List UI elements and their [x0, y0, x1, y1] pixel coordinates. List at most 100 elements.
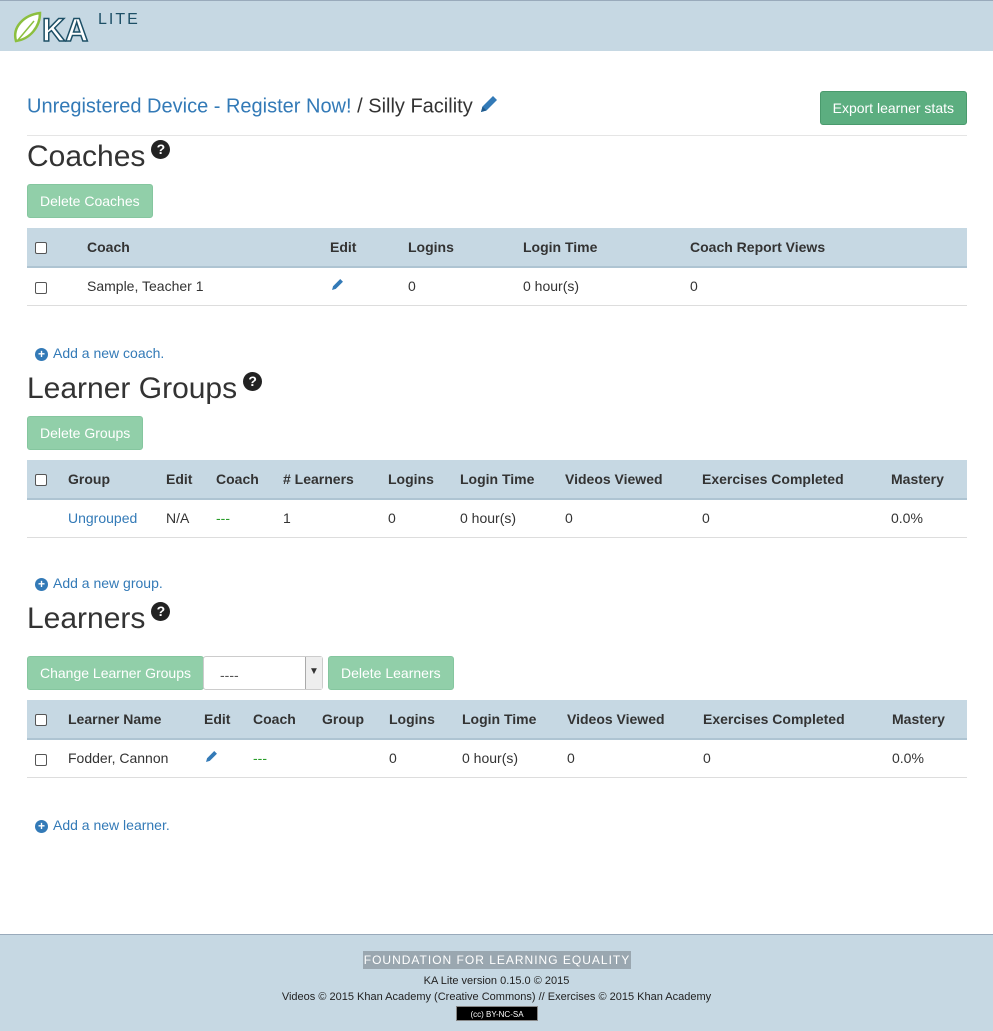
groups-section-title: Learner Groups? — [27, 372, 263, 406]
select-all-learners-checkbox[interactable] — [35, 714, 47, 727]
column-header: Edit — [322, 228, 400, 268]
plus-circle-icon: + — [35, 820, 48, 833]
learner-login-time: 0 hour(s) — [454, 739, 559, 778]
version-text: KA Lite version 0.15.0 © 2015 — [423, 975, 570, 987]
coach-report-views: 0 — [682, 267, 967, 306]
column-header: Exercises Completed — [694, 460, 883, 500]
column-header: Learner Name — [60, 700, 196, 740]
coaches-section-title: Coaches? — [27, 140, 171, 174]
credits-text: Videos © 2015 Khan Academy (Creative Com… — [281, 991, 712, 1003]
breadcrumb: Unregistered Device - Register Now! / Si… — [27, 93, 500, 121]
learners-table-header: Learner Name Edit Coach Group Logins Log… — [27, 700, 967, 740]
chevron-down-icon: ▼ — [305, 657, 322, 689]
header-divider — [27, 135, 967, 136]
column-header: Coach — [245, 700, 314, 740]
table-row: Sample, Teacher 1 0 0 hour(s) 0 — [27, 267, 967, 306]
column-header: Mastery — [883, 460, 967, 500]
column-header: Logins — [381, 700, 454, 740]
column-header: Logins — [400, 228, 515, 268]
column-header: Group — [314, 700, 381, 740]
groups-table: Group Edit Coach # Learners Logins Login… — [27, 460, 967, 538]
group-select-value: ---- — [220, 667, 239, 683]
add-coach-label: Add a new coach. — [53, 345, 165, 361]
license-label: BY-NC-SA — [486, 1010, 524, 1019]
add-learner-label: Add a new learner. — [53, 817, 170, 833]
group-coach-link[interactable]: --- — [216, 510, 230, 526]
coaches-help-icon[interactable]: ? — [151, 140, 171, 159]
learners-table: Learner Name Edit Coach Group Logins Log… — [27, 700, 967, 778]
coaches-table: Coach Edit Logins Login Time Coach Repor… — [27, 228, 967, 306]
learner-mastery: 0.0% — [884, 739, 967, 778]
add-group-label: Add a new group. — [53, 575, 163, 591]
learner-row-checkbox[interactable] — [35, 753, 47, 766]
learner-logins: 0 — [381, 739, 454, 778]
column-header: Videos Viewed — [559, 700, 695, 740]
column-header: Login Time — [515, 228, 682, 268]
group-exercises-completed: 0 — [694, 499, 883, 538]
edit-coach-pencil-icon[interactable] — [330, 279, 345, 295]
group-logins: 0 — [380, 499, 452, 538]
top-navbar: KA LITE — [0, 0, 993, 51]
group-edit: N/A — [158, 499, 208, 538]
group-name-link[interactable]: Ungrouped — [68, 510, 137, 526]
table-row: Ungrouped N/A --- 1 0 0 hour(s) 0 0 0.0% — [27, 499, 967, 538]
edit-facility-pencil-icon[interactable] — [478, 93, 500, 121]
groups-title: Learner Groups — [27, 372, 238, 405]
group-mastery: 0.0% — [883, 499, 967, 538]
delete-groups-button[interactable]: Delete Groups — [27, 416, 144, 450]
register-device-link[interactable]: Unregistered Device - Register Now! — [27, 95, 352, 117]
add-new-coach-link[interactable]: + Add a new coach. — [35, 345, 164, 361]
svg-text:LITE: LITE — [98, 11, 140, 28]
groups-table-header: Group Edit Coach # Learners Logins Login… — [27, 460, 967, 500]
column-header: Group — [60, 460, 158, 500]
column-header: Mastery — [884, 700, 967, 740]
ka-lite-logo[interactable]: KA LITE — [10, 7, 155, 49]
edit-learner-pencil-icon[interactable] — [204, 751, 219, 767]
column-header: Login Time — [454, 700, 559, 740]
creative-commons-license-badge[interactable]: (cc) BY-NC-SA — [456, 1006, 538, 1021]
group-videos-viewed: 0 — [557, 499, 694, 538]
column-header: Login Time — [452, 460, 557, 500]
coach-login-time: 0 hour(s) — [515, 267, 682, 306]
groups-help-icon[interactable]: ? — [243, 372, 263, 391]
column-header: Coach — [208, 460, 275, 500]
cc-icon: (cc) — [470, 1010, 484, 1019]
select-all-coaches-checkbox[interactable] — [35, 242, 47, 255]
coach-logins: 0 — [400, 267, 515, 306]
learners-section-title: Learners? — [27, 602, 171, 636]
column-header: # Learners — [275, 460, 380, 500]
footer: FOUNDATION FOR LEARNING EQUALITY KA Lite… — [0, 934, 993, 1031]
column-header: Coach — [79, 228, 322, 268]
plus-circle-icon: + — [35, 348, 48, 361]
learner-coach-link[interactable]: --- — [253, 750, 267, 766]
export-learner-stats-button[interactable]: Export learner stats — [819, 91, 967, 125]
group-select-dropdown[interactable]: ---- ▼ — [203, 656, 323, 690]
column-header: Coach Report Views — [682, 228, 967, 268]
delete-coaches-button[interactable]: Delete Coaches — [27, 184, 153, 218]
learners-help-icon[interactable]: ? — [151, 602, 171, 621]
table-row: Fodder, Cannon --- 0 0 hour(s) 0 0 0.0% — [27, 739, 967, 778]
group-learners-count: 1 — [275, 499, 380, 538]
column-header: Exercises Completed — [695, 700, 884, 740]
add-new-group-link[interactable]: + Add a new group. — [35, 575, 163, 591]
facility-name: Silly Facility — [368, 95, 473, 118]
add-new-learner-link[interactable]: + Add a new learner. — [35, 817, 170, 833]
coach-name: Sample, Teacher 1 — [79, 267, 322, 306]
learner-videos-viewed: 0 — [559, 739, 695, 778]
learner-name: Fodder, Cannon — [60, 739, 196, 778]
learner-exercises-completed: 0 — [695, 739, 884, 778]
column-header: Edit — [196, 700, 245, 740]
plus-circle-icon: + — [35, 578, 48, 591]
column-header: Edit — [158, 460, 208, 500]
svg-text:KA: KA — [42, 12, 88, 47]
learner-group — [314, 739, 381, 778]
column-header: Videos Viewed — [557, 460, 694, 500]
fle-logo[interactable]: FOUNDATION FOR LEARNING EQUALITY — [363, 951, 631, 969]
coaches-table-header: Coach Edit Logins Login Time Coach Repor… — [27, 228, 967, 268]
coach-row-checkbox[interactable] — [35, 281, 47, 294]
coaches-title: Coaches — [27, 140, 146, 173]
select-all-groups-checkbox[interactable] — [35, 474, 47, 487]
column-header: Logins — [380, 460, 452, 500]
change-learner-groups-button[interactable]: Change Learner Groups — [27, 656, 204, 690]
delete-learners-button[interactable]: Delete Learners — [328, 656, 454, 690]
